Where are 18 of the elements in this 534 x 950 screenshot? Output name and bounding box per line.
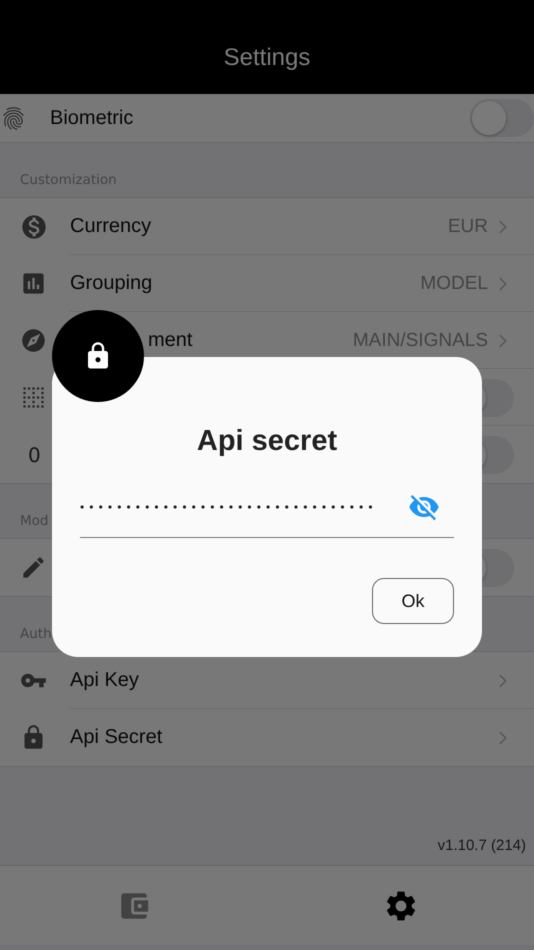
row-label: ment [147,329,194,352]
row-leading-text: 0 [27,442,41,466]
dollar-icon [20,212,48,240]
settings-row[interactable]: Api Key [0,652,534,709]
settings-row[interactable]: Api Secret [0,709,534,766]
dialog-title: Api secret [196,425,338,458]
secret-field[interactable]: •••••••••••••••••••••••••••••••• [80,500,408,514]
row-label: Api Secret [70,726,164,749]
row-label: Currency [70,215,152,238]
row-label: Biometric [50,106,134,130]
compass-icon [20,327,47,354]
toggle-switch[interactable] [470,99,534,137]
version-text: v1.10.7 (214) [438,837,526,854]
settings-row[interactable]: Biometric [0,94,534,142]
ok-button[interactable]: Ok [372,578,454,624]
screen-title: Settings [224,44,310,72]
row-label: Grouping [70,272,154,295]
row-label: Api Key [70,669,140,692]
